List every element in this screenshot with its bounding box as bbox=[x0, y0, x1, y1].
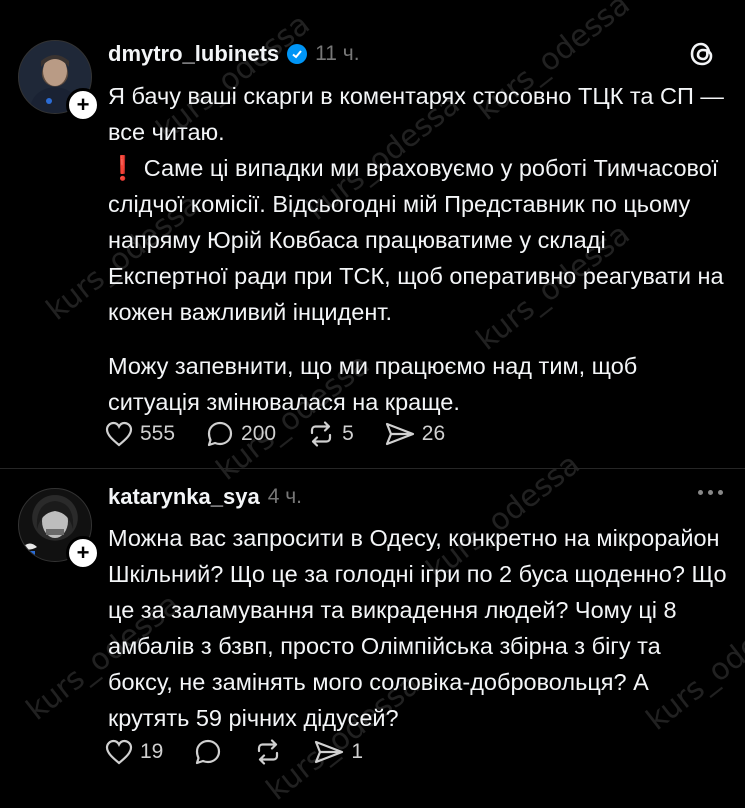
comment-icon bbox=[207, 421, 233, 447]
heart-icon bbox=[105, 421, 133, 447]
username[interactable]: dmytro_lubinets bbox=[108, 41, 279, 67]
post-paragraph: Можу запевнити, що ми працюємо над тим, … bbox=[108, 353, 638, 415]
like-count: 19 bbox=[140, 740, 164, 763]
username[interactable]: katarynka_sya bbox=[108, 484, 260, 510]
post-lubinets: + dmytro_lubinets 11 ч. Я бачу ваші скар… bbox=[0, 0, 745, 470]
post-time: 4 ч. bbox=[267, 485, 302, 508]
post-time: 11 ч. bbox=[315, 42, 360, 65]
repost-count: 5 bbox=[342, 422, 354, 445]
post-header: katarynka_sya 4 ч. bbox=[108, 482, 302, 512]
avatar-katarynka[interactable]: + bbox=[18, 488, 100, 570]
avatar-lubinets[interactable]: + bbox=[18, 40, 100, 122]
comment-count: 200 bbox=[241, 422, 277, 445]
post-actions: 555 200 5 26 bbox=[104, 414, 475, 454]
reply-text: Можна вас запросити в Одесу, конкретно н… bbox=[108, 525, 727, 731]
post-paragraph: ❗ Саме ці випадки ми враховуємо у роботі… bbox=[108, 155, 724, 325]
post-body: Я бачу ваші скарги в коментарях стосовно… bbox=[108, 78, 730, 420]
verified-badge-icon bbox=[287, 44, 308, 64]
reply-katarynka: + katarynka_sya 4 ч. Можна вас запросити… bbox=[0, 470, 745, 800]
comment-icon bbox=[196, 739, 221, 765]
repost-icon bbox=[258, 739, 279, 765]
divider bbox=[0, 468, 745, 469]
share-button[interactable]: 26 bbox=[384, 420, 445, 448]
share-icon bbox=[385, 422, 414, 446]
share-count: 26 bbox=[421, 422, 446, 445]
comment-button[interactable] bbox=[193, 738, 223, 766]
like-button[interactable]: 19 bbox=[104, 738, 163, 766]
repost-button[interactable]: 5 bbox=[306, 420, 354, 448]
post-paragraph: Я бачу ваші скарги в коментарях стосовно… bbox=[108, 83, 724, 145]
repost-button[interactable] bbox=[253, 738, 283, 766]
share-icon bbox=[315, 740, 344, 764]
reply-body: Можна вас запросити в Одесу, конкретно н… bbox=[108, 520, 730, 736]
more-dot bbox=[718, 490, 723, 495]
post-actions: 19 1 bbox=[104, 732, 393, 772]
post-header: dmytro_lubinets 11 ч. bbox=[108, 39, 360, 69]
heart-icon bbox=[105, 739, 133, 765]
follow-plus-icon[interactable]: + bbox=[66, 88, 100, 122]
threads-logo-icon[interactable] bbox=[687, 38, 717, 75]
repost-icon bbox=[310, 421, 332, 447]
comment-button[interactable]: 200 bbox=[205, 420, 276, 448]
more-icon[interactable] bbox=[698, 490, 723, 495]
share-button[interactable]: 1 bbox=[313, 738, 363, 766]
follow-plus-icon[interactable]: + bbox=[66, 536, 100, 570]
like-count: 555 bbox=[140, 422, 176, 445]
like-button[interactable]: 555 bbox=[104, 420, 175, 448]
more-dot bbox=[698, 490, 703, 495]
more-dot bbox=[708, 490, 713, 495]
share-count: 1 bbox=[351, 740, 364, 763]
